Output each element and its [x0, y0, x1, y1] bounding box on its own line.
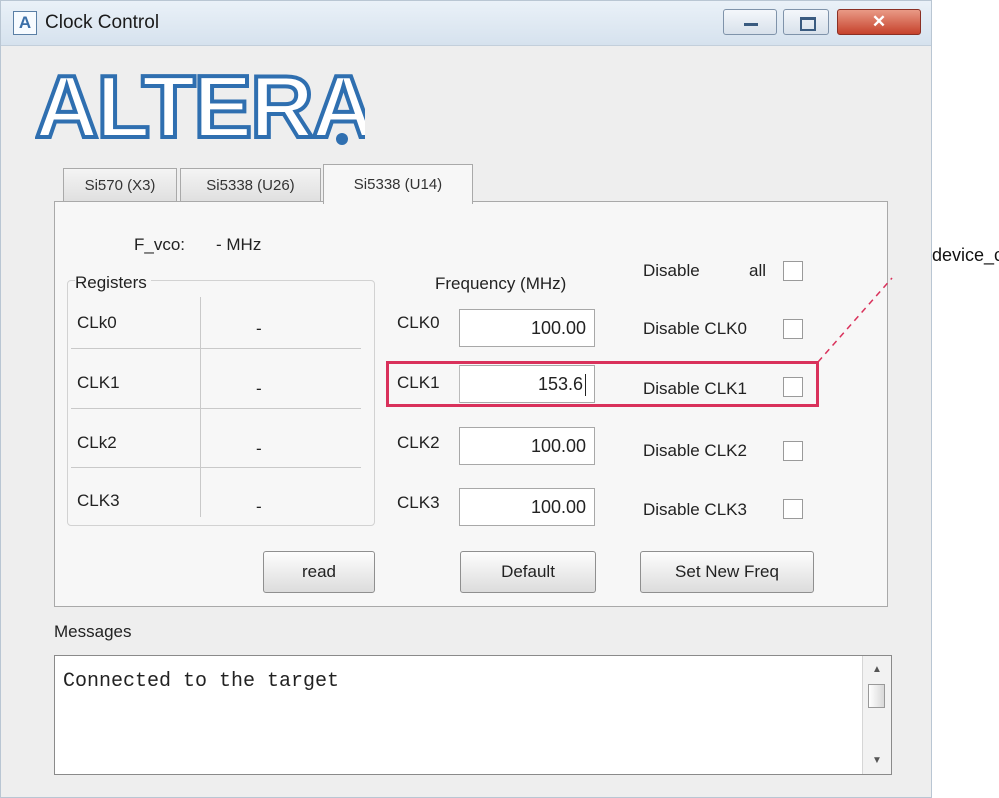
disable-header: Disable [643, 261, 700, 280]
register-row-separator [71, 348, 361, 349]
scroll-up-arrow-icon[interactable]: ▲ [863, 664, 891, 675]
tab-si570-x3[interactable]: Si570 (X3) [63, 168, 177, 202]
maximize-button[interactable] [783, 9, 829, 35]
disable-clk0-checkbox[interactable] [783, 319, 803, 339]
disable-all-label: all [749, 261, 767, 280]
window-title: Clock Control [45, 12, 160, 33]
clk3-frequency-input[interactable]: 100.00 [459, 488, 595, 526]
registers-group-title: Registers [75, 273, 151, 293]
register-name-clk0: CLk0 [77, 313, 117, 332]
clk1-highlight-box [386, 361, 819, 407]
scroll-down-arrow-icon[interactable]: ▼ [863, 755, 891, 766]
clk2-label: CLK2 [397, 433, 440, 452]
close-button[interactable]: ✕ [837, 9, 921, 35]
disable-clk0-label: Disable CLK0 [643, 319, 747, 338]
register-value-clk3: - [256, 497, 262, 516]
disable-clk3-label: Disable CLK3 [643, 500, 747, 519]
clk3-label: CLK3 [397, 493, 440, 512]
disable-clk3-checkbox[interactable] [783, 499, 803, 519]
register-name-clk3: CLK3 [77, 491, 120, 510]
close-icon: ✕ [871, 12, 887, 31]
scroll-thumb[interactable] [868, 684, 885, 708]
tab-si5338-u26[interactable]: Si5338 (U26) [180, 168, 321, 202]
disable-clk2-checkbox[interactable] [783, 441, 803, 461]
messages-textarea[interactable]: Connected to the target ▲ ▼ [54, 655, 892, 775]
altera-logo: ALTERA [35, 63, 365, 151]
clk0-label: CLK0 [397, 313, 440, 332]
disable-all-checkbox[interactable] [783, 261, 803, 281]
messages-scrollbar[interactable]: ▲ ▼ [862, 656, 891, 774]
messages-label: Messages [54, 622, 132, 641]
register-value-clk1: - [256, 379, 262, 398]
default-button[interactable]: Default [460, 551, 596, 593]
tab-si5338-u14[interactable]: Si5338 (U14) [323, 164, 473, 204]
minimize-button[interactable] [723, 9, 777, 35]
register-row-separator [71, 467, 361, 468]
fvco-label: F_vco: [134, 235, 186, 254]
clk0-frequency-input[interactable]: 100.00 [459, 309, 595, 347]
register-name-clk1: CLK1 [77, 373, 120, 392]
registers-divider [200, 297, 201, 517]
frequency-header: Frequency (MHz) [435, 274, 567, 293]
fvco-value: - MHz [216, 235, 262, 254]
register-row-separator [71, 408, 361, 409]
disable-clk2-label: Disable CLK2 [643, 441, 747, 460]
altera-logo-text: ALTERA [35, 63, 365, 151]
register-name-clk2: CLk2 [77, 433, 117, 452]
register-value-clk0: - [256, 319, 262, 338]
title-bar: A Clock Control ✕ [1, 1, 931, 46]
clk2-frequency-input[interactable]: 100.00 [459, 427, 595, 465]
register-value-clk2: - [256, 439, 262, 458]
message-text: Connected to the target [63, 670, 340, 693]
clock-control-window: A Clock Control ✕ ALTERA Si570 (X3) Si53… [0, 0, 932, 798]
device-clk-annotation: device_clk [932, 245, 999, 265]
app-icon: A [13, 11, 37, 35]
read-button[interactable]: read [263, 551, 375, 593]
set-new-freq-button[interactable]: Set New Freq [640, 551, 814, 593]
